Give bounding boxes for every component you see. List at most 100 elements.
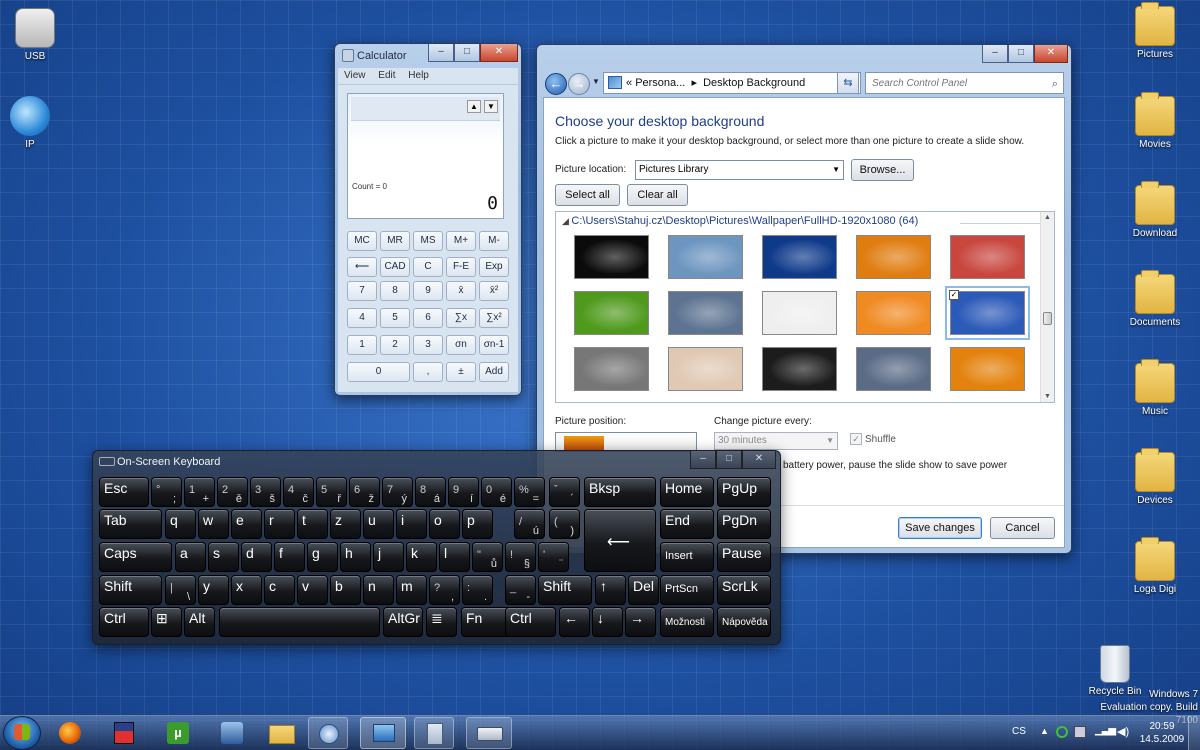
key-pgup[interactable]: PgUp	[717, 477, 771, 507]
maximize-button[interactable]: □	[716, 451, 742, 469]
key-symbol-0-13[interactable]: ˇ ´	[549, 477, 580, 507]
wallpaper-thumbnail[interactable]	[762, 291, 837, 335]
key-o[interactable]: o	[429, 509, 460, 539]
mean-squared-button[interactable]: x̄²	[479, 281, 509, 301]
taskbar-on-screen-keyboard[interactable]	[466, 717, 512, 749]
comma-button[interactable]: ,	[413, 362, 443, 382]
key-alt[interactable]: Alt	[184, 607, 215, 637]
taskbar-calculator[interactable]	[414, 717, 454, 749]
key-a[interactable]: a	[175, 542, 206, 572]
key-j[interactable]: j	[373, 542, 404, 572]
search-box[interactable]: ⌕	[865, 72, 1064, 94]
sum-squares-button[interactable]: ∑x²	[479, 308, 509, 328]
desktop-icon-download[interactable]: Download	[1120, 181, 1190, 239]
taskbar-kmplayer[interactable]	[212, 717, 252, 749]
key-prtscn[interactable]: PrtScn	[660, 575, 714, 605]
0-button[interactable]: 0	[347, 362, 410, 382]
desktop-icon-ip[interactable]: IP	[0, 96, 65, 150]
key-symbol-3-13[interactable]: ↑	[595, 575, 626, 605]
key-symbol-4-10[interactable]: →	[625, 607, 656, 637]
key-r[interactable]: r	[264, 509, 295, 539]
clear-all-button[interactable]: Clear all	[627, 184, 688, 206]
address-bar[interactable]: « Persona... ▸ Desktop Background ▼	[603, 72, 861, 94]
maximize-button[interactable]: □	[1008, 45, 1034, 63]
key-9[interactable]: 9í	[448, 477, 479, 507]
key-pause[interactable]: Pause	[717, 542, 771, 572]
5-button[interactable]: 5	[380, 308, 410, 328]
close-button[interactable]: ✕	[742, 451, 776, 469]
taskbar-firefox[interactable]	[50, 717, 90, 749]
key-symbol-3-10[interactable]: :.	[462, 575, 493, 605]
f-e-button[interactable]: F-E	[446, 257, 476, 277]
key-symbol-1-12[interactable]: ()	[549, 509, 580, 539]
refresh-button[interactable]: ⇆	[837, 72, 859, 94]
wallpaper-thumbnail[interactable]	[668, 235, 743, 279]
key-l[interactable]: l	[439, 542, 470, 572]
desktop-icon-pictures[interactable]: Pictures	[1120, 2, 1190, 60]
desktop-icon-devices[interactable]: Devices	[1120, 448, 1190, 506]
key-5[interactable]: 5ř	[316, 477, 347, 507]
back-button[interactable]: ←	[545, 73, 567, 95]
keyboard-titlebar[interactable]: On-Screen Keyboard – □ ✕	[93, 451, 780, 473]
key-symbol-1-11[interactable]: / ú	[514, 509, 545, 539]
key-symbol-4-1[interactable]: ⊞	[151, 607, 182, 637]
menu-view[interactable]: View	[344, 70, 366, 81]
key-g[interactable]: g	[307, 542, 338, 572]
key-v[interactable]: v	[297, 575, 328, 605]
shuffle-checkbox[interactable]: ✓	[850, 433, 862, 445]
picture-location-select[interactable]: Pictures Library ▼	[635, 160, 844, 180]
scroll-up-icon[interactable]: ▲	[1041, 214, 1054, 221]
key-end[interactable]: End	[660, 509, 714, 539]
wallpaper-thumbnail[interactable]	[574, 235, 649, 279]
cancel-button[interactable]: Cancel	[990, 517, 1055, 539]
key-možnosti[interactable]: Možnosti	[660, 607, 714, 637]
key-s[interactable]: s	[208, 542, 239, 572]
show-desktop-button[interactable]	[1188, 716, 1200, 750]
menu-help[interactable]: Help	[408, 70, 429, 81]
menu-edit[interactable]: Edit	[378, 70, 395, 81]
picture-position-select[interactable]	[555, 432, 697, 452]
wallpaper-thumbnail[interactable]	[856, 347, 931, 391]
clock[interactable]: 20:59 14.5.2009	[1138, 720, 1186, 746]
gallery-scrollbar[interactable]: ▲ ▼	[1040, 212, 1054, 402]
m-plus-button[interactable]: M+	[446, 231, 476, 251]
save-changes-button[interactable]: Save changes	[898, 517, 982, 539]
key-ctrl[interactable]: Ctrl	[505, 607, 556, 637]
key-altgr[interactable]: AltGr	[383, 607, 423, 637]
key-scrlk[interactable]: ScrLk	[717, 575, 771, 605]
key-ctrl[interactable]: Ctrl	[99, 607, 149, 637]
key-shift[interactable]: Shift	[538, 575, 592, 605]
wallpaper-thumbnail[interactable]	[574, 347, 649, 391]
3-button[interactable]: 3	[413, 335, 443, 355]
m-minus-button[interactable]: M-	[479, 231, 509, 251]
mr-button[interactable]: MR	[380, 231, 410, 251]
minimize-button[interactable]: –	[690, 451, 716, 469]
plus-minus-button[interactable]: ±	[446, 362, 476, 382]
wallpaper-thumbnail[interactable]	[950, 347, 1025, 391]
taskbar-personalization[interactable]	[360, 717, 406, 749]
minimize-button[interactable]: –	[428, 44, 454, 62]
ms-button[interactable]: MS	[413, 231, 443, 251]
key-n[interactable]: n	[363, 575, 394, 605]
key-symbol-3-1[interactable]: | \	[165, 575, 196, 605]
key-enter[interactable]: ⟵	[584, 509, 656, 572]
key-shift[interactable]: Shift	[99, 575, 162, 605]
key-del[interactable]: Del	[628, 575, 659, 605]
wallpaper-thumbnail[interactable]	[668, 291, 743, 335]
scroll-down-icon[interactable]: ▼	[1041, 393, 1054, 400]
scroll-thumb[interactable]	[1043, 312, 1052, 325]
desktop-icon-loga-digi[interactable]: Loga Digi	[1120, 537, 1190, 595]
control-panel-titlebar[interactable]: – □ ✕	[537, 45, 1071, 67]
change-every-select[interactable]: 30 minutes ▼	[714, 432, 838, 450]
key-4[interactable]: 4č	[283, 477, 314, 507]
key-7[interactable]: 7ý	[382, 477, 413, 507]
key-d[interactable]: d	[241, 542, 272, 572]
key-symbol-4-8[interactable]: ←	[559, 607, 590, 637]
volume-icon[interactable]: ◀)	[1117, 725, 1129, 738]
key-esc[interactable]: Esc	[99, 477, 149, 507]
8-button[interactable]: 8	[380, 281, 410, 301]
key-symbol-4-9[interactable]: ↓	[592, 607, 623, 637]
key-symbol-0-1[interactable]: °;	[151, 477, 182, 507]
desktop-icon-usb[interactable]: USB	[0, 8, 70, 62]
close-button[interactable]: ✕	[480, 44, 518, 62]
